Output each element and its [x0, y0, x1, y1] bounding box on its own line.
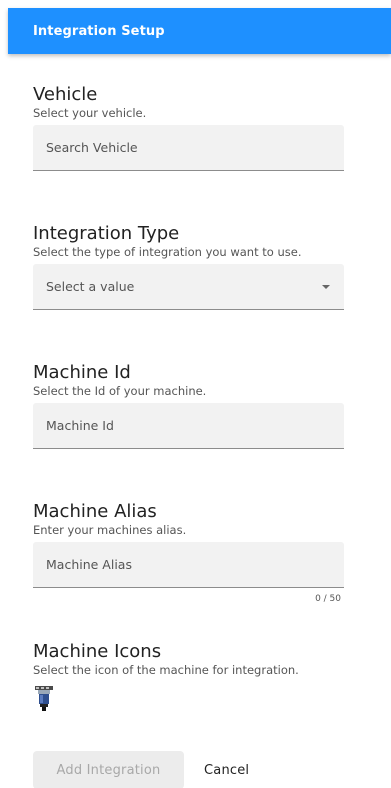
machine-id-title: Machine Id — [33, 362, 131, 383]
search-vehicle-input[interactable] — [46, 125, 344, 170]
form-actions: Add Integration Cancel — [33, 751, 261, 788]
machine-icons-section: Machine Icons Select the icon of the mac… — [33, 641, 359, 712]
machine-alias-subtitle: Enter your machines alias. — [33, 523, 187, 537]
machine-icons-subtitle: Select the icon of the machine for integ… — [33, 663, 299, 677]
cancel-button[interactable]: Cancel — [192, 751, 261, 788]
vehicle-title: Vehicle — [33, 84, 98, 105]
header-title: Integration Setup — [33, 23, 165, 39]
machine-id-field[interactable] — [33, 403, 344, 449]
app-header: Integration Setup — [8, 8, 391, 54]
vehicle-section: Vehicle Select your vehicle. — [33, 84, 359, 171]
vehicle-subtitle: Select your vehicle. — [33, 106, 147, 120]
integration-type-subtitle: Select the type of integration you want … — [33, 245, 302, 259]
integration-type-section: Integration Type Select the type of inte… — [33, 223, 359, 310]
integration-setup-page: Integration Setup Vehicle Select your ve… — [0, 0, 391, 788]
integration-type-title: Integration Type — [33, 223, 180, 244]
integration-type-select[interactable]: Select a value — [33, 264, 344, 310]
machine-icons-title: Machine Icons — [33, 641, 162, 662]
machine-alias-char-counter: 0 / 50 — [315, 594, 341, 604]
machine-alias-section: Machine Alias Enter your machines alias.… — [33, 501, 359, 604]
machine-id-input[interactable] — [46, 403, 344, 448]
machine-id-subtitle: Select the Id of your machine. — [33, 384, 207, 398]
machine-id-section: Machine Id Select the Id of your machine… — [33, 362, 359, 449]
machine-alias-input[interactable] — [46, 542, 344, 587]
machine-alias-field[interactable] — [33, 542, 344, 588]
machine-alias-title: Machine Alias — [33, 501, 157, 522]
add-integration-button[interactable]: Add Integration — [33, 751, 184, 788]
drill-machine-icon[interactable] — [33, 686, 55, 712]
vehicle-field[interactable] — [33, 125, 344, 171]
caret-down-icon[interactable] — [322, 285, 330, 289]
integration-type-value: Select a value — [46, 279, 135, 294]
